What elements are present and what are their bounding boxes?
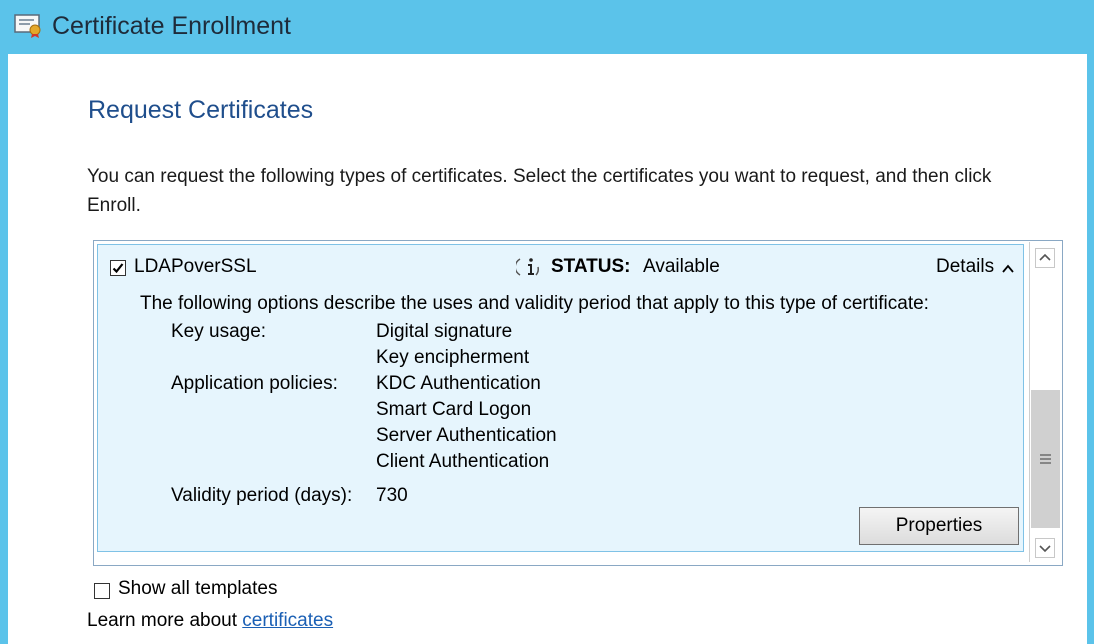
learn-more-prefix: Learn more about [87, 610, 243, 631]
window-frame-right [1087, 54, 1094, 644]
scroll-up-icon[interactable] [1035, 248, 1055, 268]
key-usage-label: Key usage: [171, 321, 267, 342]
validity-period-value: 730 [376, 485, 408, 506]
checkmark-icon [112, 263, 124, 274]
window-title: Certificate Enrollment [52, 12, 291, 40]
show-all-templates-checkbox[interactable] [94, 583, 110, 599]
options-description: The following options describe the uses … [140, 293, 929, 314]
scroll-down-icon[interactable] [1035, 538, 1055, 558]
application-policy-value: KDC Authentication [376, 373, 541, 394]
grip-icon [1040, 452, 1051, 464]
chevron-up-icon[interactable] [1002, 261, 1014, 279]
application-policy-value: Server Authentication [376, 425, 557, 446]
certificate-item-ldapoverssl[interactable]: LDAPoverSSL STATUS: Available Details Th… [97, 244, 1024, 552]
validity-period-label: Validity period (days): [171, 485, 353, 506]
window-frame-left [0, 54, 8, 644]
status-label: STATUS: [551, 256, 631, 277]
application-policy-value: Client Authentication [376, 451, 550, 472]
key-usage-value: Digital signature [376, 321, 513, 342]
page-description: You can request the following types of c… [87, 166, 992, 216]
info-icon [514, 255, 544, 279]
scroll-thumb[interactable] [1031, 390, 1060, 528]
status-value: Available [643, 256, 720, 277]
details-toggle[interactable]: Details [936, 256, 994, 278]
title-bar: Certificate Enrollment [0, 0, 1094, 54]
application-policies-label: Application policies: [171, 373, 338, 394]
certificate-name: LDAPoverSSL [134, 256, 257, 277]
page-heading: Request Certificates [88, 96, 314, 124]
learn-more-text: Learn more about certificates [87, 610, 333, 632]
certificate-checkbox[interactable] [110, 260, 126, 276]
application-policy-value: Smart Card Logon [376, 399, 532, 420]
show-all-templates-label[interactable]: Show all templates [118, 578, 277, 600]
certificates-link[interactable]: certificates [242, 610, 333, 631]
properties-button[interactable]: Properties [859, 507, 1019, 545]
vertical-scrollbar[interactable] [1029, 242, 1061, 562]
certificate-enrollment-window: Certificate Enrollment Request Certifica… [0, 0, 1094, 644]
certificate-icon [14, 13, 44, 39]
certificate-list: LDAPoverSSL STATUS: Available Details Th… [93, 240, 1063, 566]
key-usage-value: Key encipherment [376, 347, 530, 368]
